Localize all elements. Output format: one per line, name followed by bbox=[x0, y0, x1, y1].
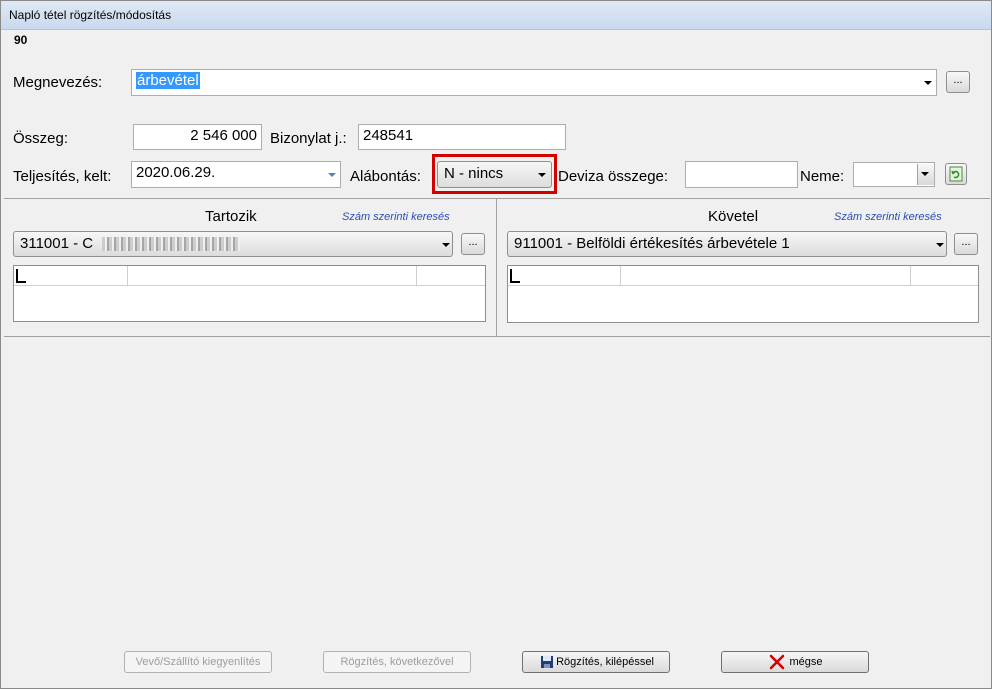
rogzites-kilepessel-label: Rögzítés, kilépéssel bbox=[556, 656, 654, 668]
close-icon bbox=[769, 654, 785, 670]
row-indicator bbox=[16, 269, 26, 283]
redacted-text bbox=[102, 237, 240, 251]
refresh-icon bbox=[949, 166, 963, 182]
osszeg-label: Összeg: bbox=[13, 130, 69, 147]
tartozik-account-value: 311001 - C bbox=[20, 235, 94, 252]
record-number: 90 bbox=[14, 33, 28, 47]
deviza-input[interactable] bbox=[685, 161, 798, 188]
cancel-label: mégse bbox=[789, 656, 823, 668]
osszeg-input[interactable]: 2 546 000 bbox=[133, 124, 262, 150]
alabontas-combo[interactable]: N - nincs bbox=[437, 161, 552, 188]
megnevezes-label: Megnevezés: bbox=[13, 74, 103, 91]
rogzites-kilepessel-button[interactable]: Rögzítés, kilépéssel bbox=[522, 651, 670, 673]
kovetel-title: Követel bbox=[708, 208, 759, 225]
chevron-down-icon bbox=[936, 243, 944, 247]
title-bar: Napló tétel rögzítés/módosítás bbox=[1, 1, 991, 30]
kovetel-browse-button[interactable]: ... bbox=[954, 233, 978, 255]
grid-header-row bbox=[14, 266, 485, 286]
deviza-label: Deviza összege: bbox=[558, 168, 669, 185]
teljesites-label: Teljesítés, kelt: bbox=[13, 168, 112, 185]
dialog-window: Napló tétel rögzítés/módosítás bbox=[0, 0, 992, 689]
refresh-rates-button[interactable] bbox=[945, 163, 967, 185]
megnevezes-browse-button[interactable]: ... bbox=[946, 71, 970, 93]
vevo-szallito-kiegyenlites-button[interactable]: Vevő/Szállító kiegyenlítés bbox=[124, 651, 272, 673]
neme-combo[interactable] bbox=[853, 162, 935, 187]
neme-label: Neme: bbox=[800, 168, 845, 185]
chevron-down-icon bbox=[921, 172, 929, 176]
divider bbox=[4, 198, 990, 199]
chevron-down-icon bbox=[442, 243, 450, 247]
alabontas-value: N - nincs bbox=[444, 165, 504, 182]
teljesites-value: 2020.06.29. bbox=[136, 164, 216, 181]
chevron-down-icon bbox=[538, 173, 546, 177]
cancel-button[interactable]: mégse bbox=[721, 651, 869, 673]
alabontas-label: Alábontás: bbox=[350, 168, 421, 185]
tartozik-search-link[interactable]: Szám szerinti keresés bbox=[342, 211, 450, 223]
divider bbox=[4, 336, 990, 337]
kovetel-account-combo[interactable]: 911001 - Belföldi értékesítés árbevétele… bbox=[507, 231, 947, 257]
megnevezes-combo[interactable]: árbevétel bbox=[131, 69, 937, 96]
save-icon bbox=[541, 656, 553, 668]
kovetel-account-value: 911001 - Belföldi értékesítés árbevétele… bbox=[514, 235, 790, 252]
kovetel-search-link[interactable]: Szám szerinti keresés bbox=[834, 211, 942, 223]
calendar-dropdown-icon[interactable] bbox=[328, 173, 336, 177]
megnevezes-value: árbevétel bbox=[136, 72, 200, 89]
kovetel-grid[interactable] bbox=[507, 265, 979, 323]
teljesites-date-input[interactable]: 2020.06.29. bbox=[131, 161, 341, 188]
tartozik-title: Tartozik bbox=[205, 208, 257, 225]
divider bbox=[496, 199, 497, 336]
rogzites-kovetkezovel-button[interactable]: Rögzítés, következővel bbox=[323, 651, 471, 673]
grid-header-row bbox=[508, 266, 978, 286]
row-indicator bbox=[510, 269, 520, 283]
window-title: Napló tétel rögzítés/módosítás bbox=[9, 8, 172, 22]
bizonylat-input[interactable]: 248541 bbox=[358, 124, 566, 150]
tartozik-browse-button[interactable]: ... bbox=[461, 233, 485, 255]
bizonylat-label: Bizonylat j.: bbox=[270, 130, 347, 147]
tartozik-grid[interactable] bbox=[13, 265, 486, 322]
chevron-down-icon bbox=[924, 81, 932, 85]
